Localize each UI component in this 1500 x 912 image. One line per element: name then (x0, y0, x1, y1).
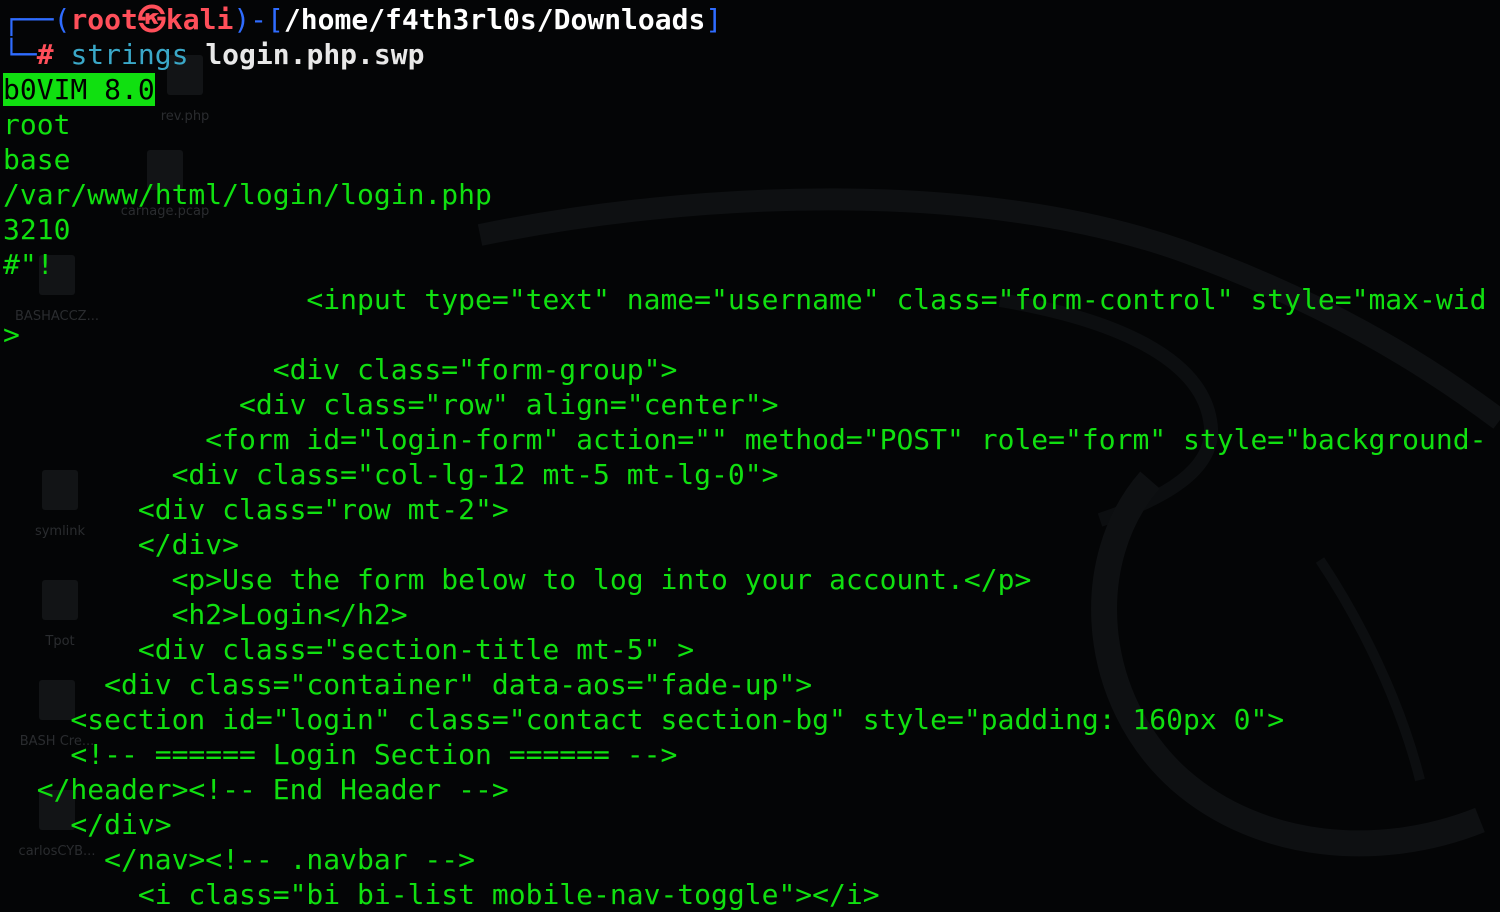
output-line: > (3, 318, 20, 351)
highlighted-match: b0VIM 8.0 (3, 73, 155, 106)
output-line: <div class="row" align="center"> (3, 388, 779, 421)
terminal-content[interactable]: ┌──(root㉿kali)-[/home/f4th3rl0s/Download… (3, 2, 1500, 912)
prompt-user: root (70, 3, 138, 36)
output-line: <div class="section-title mt-5" > (3, 633, 695, 666)
prompt-separator: )-[ (233, 3, 284, 36)
prompt-hash: # (36, 38, 54, 71)
output-line: <div class="row mt-2"> (3, 493, 509, 526)
command-argument: login.php.swp (205, 38, 425, 71)
output-line: <div class="container" data-aos="fade-up… (3, 668, 813, 701)
output-line: </header><!-- End Header --> (3, 773, 509, 806)
prompt-corner-top: ┌──( (3, 3, 71, 36)
output-line: 3210 (3, 213, 71, 246)
terminal-window[interactable]: rev.php carnage.pcap BASHACCZ... symlink… (0, 0, 1500, 912)
output-line: </div> (3, 528, 240, 561)
output-line: root (3, 108, 71, 141)
output-line: <form id="login-form" action="" method="… (3, 423, 1487, 456)
output-line: /var/www/html/login/login.php (3, 178, 492, 211)
output-line: base (3, 143, 71, 176)
output-line: </div> (3, 808, 172, 841)
output-line: <div class="col-lg-12 mt-5 mt-lg-0"> (3, 458, 779, 491)
output-line: <p>Use the form below to log into your a… (3, 563, 1032, 596)
output-line: #"! (3, 248, 54, 281)
output-line: <div class="form-group"> (3, 353, 678, 386)
output-line: </nav><!-- .navbar --> (3, 843, 476, 876)
command-name: strings (70, 38, 189, 71)
output-line: <!-- ====== Login Section ====== --> (3, 738, 678, 771)
output-line: <section id="login" class="contact secti… (3, 703, 1285, 736)
kali-skull-icon: ㉿ (137, 3, 166, 36)
prompt-corner-bottom: └─ (3, 38, 37, 71)
prompt-line-command: └─# strings login.php.swp (3, 37, 1500, 72)
prompt-cwd: /home/f4th3rl0s/Downloads (283, 3, 706, 36)
output-line: <i class="bi bi-list mobile-nav-toggle">… (3, 878, 880, 911)
output-line: <h2>Login</h2> (3, 598, 408, 631)
prompt-close-bracket: ] (705, 3, 723, 36)
prompt-host: kali (165, 3, 234, 36)
output-line-header: b0VIM 8.0 (3, 72, 1500, 107)
output-lines: root base/var/www/html/login/login.php 321… (3, 107, 1500, 912)
prompt-line-top: ┌──(root㉿kali)-[/home/f4th3rl0s/Download… (3, 2, 1500, 37)
output-line: <input type="text" name="username" class… (3, 283, 1487, 316)
